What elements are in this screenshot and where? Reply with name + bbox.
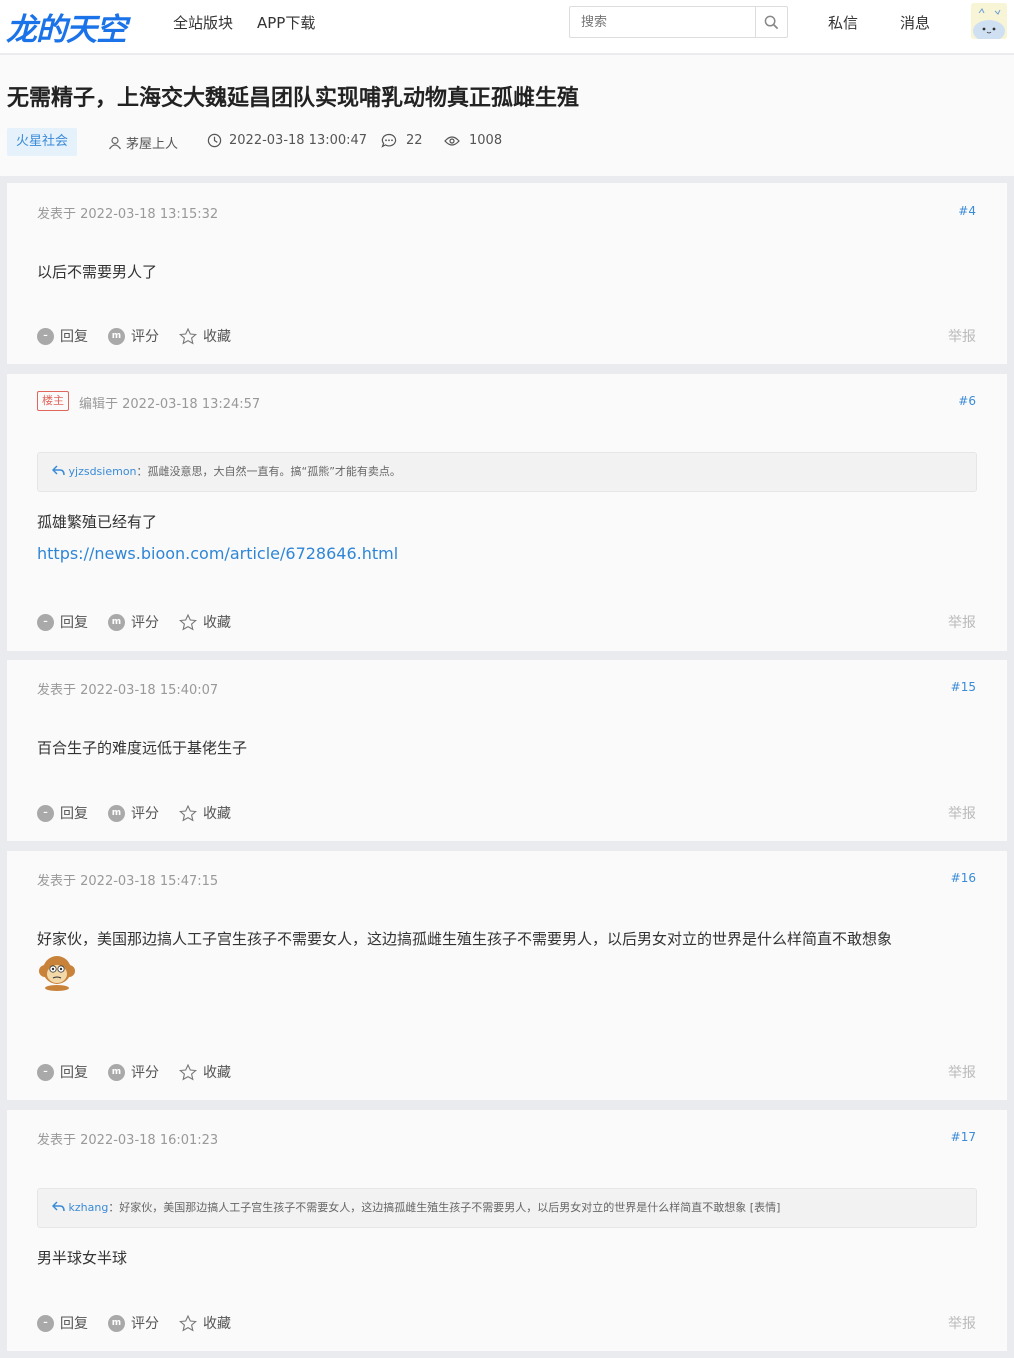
- post-time: 发表于 2022-03-18 15:47:15: [37, 874, 219, 889]
- rate-icon: m: [108, 804, 125, 822]
- rate-button[interactable]: m 评分: [108, 1062, 159, 1082]
- star-icon: [179, 1063, 197, 1081]
- reply-button[interactable]: – 回复: [37, 1313, 88, 1333]
- reply-icon: –: [37, 1314, 54, 1332]
- post-header: 无需精子，上海交大魏延昌团队实现哺乳动物真正孤雌生殖 火星社会 茅屋上人 202…: [0, 55, 1014, 176]
- rate-icon: m: [108, 1314, 125, 1332]
- author-name[interactable]: 茅屋上人: [126, 133, 178, 152]
- comment-count: 22: [406, 133, 423, 148]
- search-icon: [764, 15, 779, 29]
- report-button[interactable]: 举报: [948, 1062, 976, 1082]
- reply-button[interactable]: – 回复: [37, 612, 88, 632]
- rate-icon: m: [108, 327, 125, 345]
- user-avatar[interactable]: [971, 3, 1007, 39]
- post-time: 发表于 2022-03-18 16:01:23: [37, 1133, 219, 1148]
- site-logo[interactable]: 龙的天空: [6, 4, 127, 49]
- reply-post: 发表于 2022-03-18 13:15:32 #4 以后不需要男人了 – 回复 …: [7, 183, 1007, 364]
- monkey-emoji-icon: [37, 953, 77, 991]
- floor-number[interactable]: #4: [958, 204, 976, 218]
- nav-all-boards[interactable]: 全站版块: [173, 12, 233, 33]
- top-navbar: 龙的天空 全站版块 APP下载 私信 消息: [0, 0, 1014, 54]
- quote-text: ：好家伙，美国那边搞人工子宫生孩子不需要女人，这边搞孤雌生殖生孩子不需要男人，以…: [108, 1201, 781, 1214]
- post-content: 孤雄繁殖已经有了: [37, 513, 158, 531]
- comments-meta: 22: [381, 133, 423, 148]
- reply-button[interactable]: – 回复: [37, 803, 88, 823]
- quote-user[interactable]: yjzsdsiemon: [69, 465, 137, 478]
- rate-button[interactable]: m 评分: [108, 612, 159, 632]
- reply-icon: –: [37, 804, 54, 822]
- rate-button[interactable]: m 评分: [108, 326, 159, 346]
- floor-number[interactable]: #6: [958, 394, 976, 408]
- views-meta: 1008: [444, 133, 502, 148]
- reply-post: 发表于 2022-03-18 15:47:15 #16 好家伙，美国那边搞人工子…: [7, 851, 1007, 1100]
- post-content: 百合生子的难度远低于基佬生子: [37, 739, 248, 757]
- favorite-button[interactable]: 收藏: [179, 1062, 231, 1082]
- reply-icon: –: [37, 613, 54, 631]
- post-actions: – 回复 m 评分 收藏: [37, 1313, 251, 1333]
- reply-icon: –: [37, 327, 54, 345]
- post-content: 好家伙，美国那边搞人工子宫生孩子不需要女人，这边搞孤雌生殖生孩子不需要男人，以后…: [37, 930, 893, 948]
- reply-button[interactable]: – 回复: [37, 1062, 88, 1082]
- favorite-button[interactable]: 收藏: [179, 326, 231, 346]
- reply-post: 发表于 2022-03-18 15:40:07 #15 百合生子的难度远低于基佬…: [7, 660, 1007, 841]
- post-title: 无需精子，上海交大魏延昌团队实现哺乳动物真正孤雌生殖: [7, 86, 580, 111]
- clock-icon: [207, 133, 222, 148]
- view-count: 1008: [469, 133, 503, 148]
- favorite-button[interactable]: 收藏: [179, 612, 231, 632]
- nav-notifications[interactable]: 消息: [900, 12, 930, 33]
- floor-number[interactable]: #15: [951, 680, 976, 694]
- post-actions: – 回复 m 评分 收藏: [37, 803, 251, 823]
- post-time: 发表于 2022-03-18 13:15:32: [37, 207, 219, 222]
- floor-number[interactable]: #16: [951, 871, 976, 885]
- reply-button[interactable]: – 回复: [37, 326, 88, 346]
- post-datetime: 2022-03-18 13:00:47: [229, 133, 368, 148]
- post-time: 编辑于 2022-03-18 13:24:57: [79, 397, 261, 412]
- reply-post: 发表于 2022-03-18 16:01:23 #17 kzhang：好家伙，美…: [7, 1110, 1007, 1351]
- user-icon: [109, 136, 121, 149]
- post-content: 以后不需要男人了: [37, 263, 158, 281]
- datetime-meta: 2022-03-18 13:00:47: [207, 133, 367, 148]
- report-button[interactable]: 举报: [948, 1313, 976, 1333]
- quote-text: ：孤雌没意思，大自然一直有。搞“孤熊”才能有卖点。: [136, 465, 401, 478]
- star-icon: [179, 804, 197, 822]
- rate-icon: m: [108, 613, 125, 631]
- reply-arrow-icon: [51, 1201, 65, 1212]
- eye-icon: [444, 135, 460, 146]
- reply-arrow-icon: [51, 465, 65, 476]
- rate-icon: m: [108, 1063, 125, 1081]
- report-button[interactable]: 举报: [948, 326, 976, 346]
- comment-icon: [381, 133, 397, 148]
- board-tag[interactable]: 火星社会: [7, 128, 78, 156]
- rate-button[interactable]: m 评分: [108, 803, 159, 823]
- favorite-button[interactable]: 收藏: [179, 803, 231, 823]
- article-link[interactable]: https://news.bioon.com/article/6728646.h…: [37, 544, 398, 563]
- quote-user[interactable]: kzhang: [69, 1201, 109, 1214]
- star-icon: [179, 1314, 197, 1332]
- reply-post: 楼主 编辑于 2022-03-18 13:24:57 #6 yjzsdsiemo…: [7, 374, 1007, 651]
- favorite-button[interactable]: 收藏: [179, 1313, 231, 1333]
- post-content: 男半球女半球: [37, 1249, 128, 1267]
- post-actions: – 回复 m 评分 收藏: [37, 326, 251, 346]
- search-button[interactable]: [755, 7, 787, 37]
- quote-block: yjzsdsiemon：孤雌没意思，大自然一直有。搞“孤熊”才能有卖点。: [37, 452, 977, 492]
- post-actions: – 回复 m 评分 收藏: [37, 612, 251, 632]
- star-icon: [179, 327, 197, 345]
- search-input[interactable]: [570, 7, 756, 37]
- author-meta: 茅屋上人: [108, 133, 178, 152]
- report-button[interactable]: 举报: [948, 803, 976, 823]
- reply-icon: –: [37, 1063, 54, 1081]
- nav-private-messages[interactable]: 私信: [828, 12, 858, 33]
- report-button[interactable]: 举报: [948, 612, 976, 632]
- rate-button[interactable]: m 评分: [108, 1313, 159, 1333]
- post-actions: – 回复 m 评分 收藏: [37, 1062, 251, 1082]
- post-time: 发表于 2022-03-18 15:40:07: [37, 683, 219, 698]
- search-box: [569, 6, 788, 38]
- owner-badge: 楼主: [37, 391, 69, 411]
- quote-block: kzhang：好家伙，美国那边搞人工子宫生孩子不需要女人，这边搞孤雌生殖生孩子不…: [37, 1188, 977, 1228]
- nav-app-download[interactable]: APP下载: [257, 12, 315, 33]
- star-icon: [179, 613, 197, 631]
- floor-number[interactable]: #17: [951, 1130, 976, 1144]
